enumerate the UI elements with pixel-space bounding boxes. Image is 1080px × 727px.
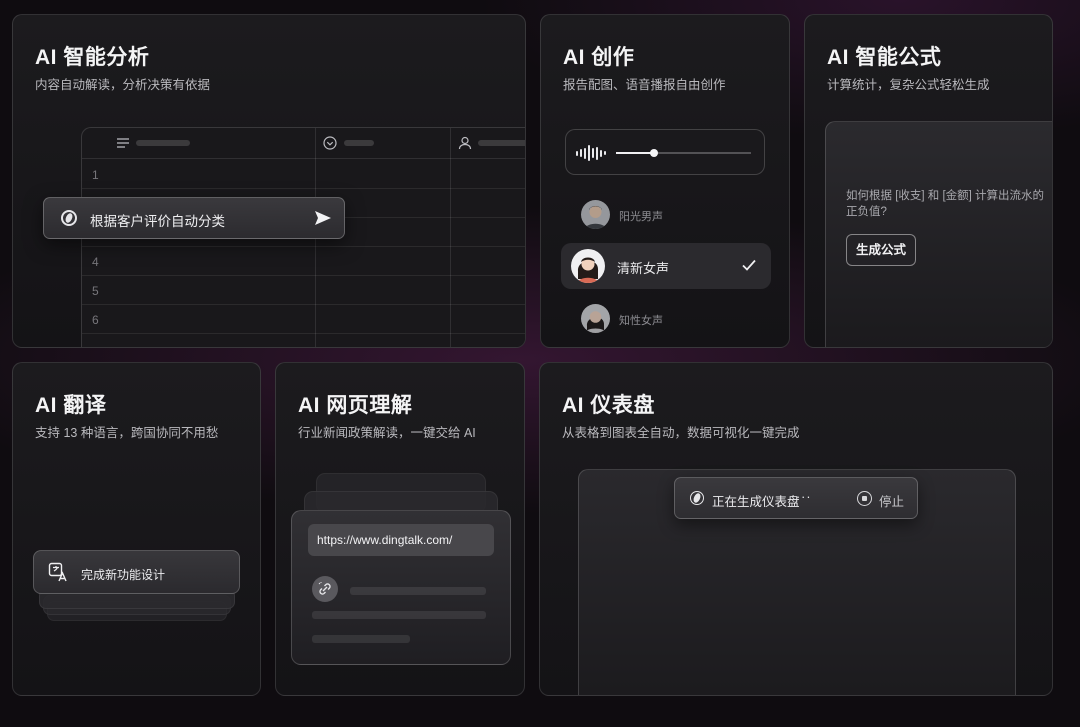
row-number: 5 xyxy=(92,284,99,298)
row-number: 6 xyxy=(92,313,99,327)
prompt-text: 根据客户评价自动分类 xyxy=(90,214,225,229)
row-divider xyxy=(82,246,525,247)
card-title: AI 翻译 xyxy=(35,394,107,417)
sound-wave-icon xyxy=(576,145,606,161)
url-bar[interactable]: https://www.dingtalk.com/ xyxy=(308,524,494,556)
card-title: AI 仪表盘 xyxy=(562,394,655,417)
column-name-placeholder xyxy=(136,140,190,146)
card-subtitle: 报告配图、语音播报自由创作 xyxy=(563,78,726,92)
stop-icon[interactable] xyxy=(857,491,872,506)
card-subtitle: 从表格到图表全自动，数据可视化一键完成 xyxy=(562,426,800,440)
row-divider xyxy=(82,333,525,334)
voice-option-selected[interactable]: 清新女声 xyxy=(561,243,771,289)
row-divider xyxy=(82,304,525,305)
ai-analysis-card[interactable]: AI 智能分析 内容自动解读，分析决策有依据 1 4 5 6 根据客户评价自动分… xyxy=(12,14,526,348)
audio-progress-track[interactable] xyxy=(616,149,751,157)
audio-player[interactable] xyxy=(565,129,765,175)
row-number: 1 xyxy=(92,168,99,182)
formula-question: 如何根据 [收支] 和 [金额] 计算出流水的正负值? xyxy=(846,190,1045,218)
stop-button[interactable]: 停止 xyxy=(879,491,904,510)
card-subtitle: 计算统计，复杂公式轻松生成 xyxy=(827,78,990,92)
audio-progress-fill xyxy=(616,152,654,154)
voice-option[interactable]: 知性女声 xyxy=(561,297,771,343)
content-placeholder xyxy=(312,611,486,619)
card-subtitle: 支持 13 种语言，跨国协同不用愁 xyxy=(35,426,219,440)
ai-logo-icon xyxy=(61,210,77,226)
send-icon[interactable] xyxy=(314,210,332,226)
voice-label: 阳光男声 xyxy=(619,211,663,223)
status-text: 正在生成仪表盘 xyxy=(712,495,800,509)
translate-text: 完成新功能设计 xyxy=(81,568,166,582)
avatar xyxy=(581,304,610,333)
ai-dashboard-card[interactable]: AI 仪表盘 从表格到图表全自动，数据可视化一键完成 正在生成仪表盘 ··· 停… xyxy=(539,362,1053,696)
ai-logo-icon xyxy=(690,491,704,505)
circle-check-icon xyxy=(323,136,337,150)
ai-creation-card[interactable]: AI 创作 报告配图、语音播报自由创作 阳光男声 清新女声 知性女声 xyxy=(540,14,790,348)
formula-panel: 如何根据 [收支] 和 [金额] 计算出流水的正负值? 生成公式 xyxy=(825,121,1052,347)
menu-lines-icon xyxy=(117,138,129,148)
card-title: AI 智能公式 xyxy=(827,46,942,69)
translate-item[interactable]: 完成新功能设计 xyxy=(33,550,240,594)
checkmark-icon xyxy=(742,259,756,271)
ai-prompt-input[interactable]: 根据客户评价自动分类 xyxy=(43,197,345,239)
ai-translate-card[interactable]: AI 翻译 支持 13 种语言，跨国协同不用愁 完成新功能设计 xyxy=(12,362,261,696)
ai-web-card[interactable]: AI 网页理解 行业新闻政策解读，一键交给 AI https://www.din… xyxy=(275,362,525,696)
loading-dots: ··· xyxy=(796,490,812,504)
card-title: AI 网页理解 xyxy=(298,394,413,417)
content-placeholder xyxy=(312,635,410,643)
ai-formula-card[interactable]: AI 智能公式 计算统计，复杂公式轻松生成 如何根据 [收支] 和 [金额] 计… xyxy=(804,14,1053,348)
spreadsheet-header xyxy=(82,128,525,159)
card-subtitle: 内容自动解读，分析决策有依据 xyxy=(35,78,211,92)
web-page-panel: https://www.dingtalk.com/ xyxy=(291,510,511,665)
column-name-placeholder xyxy=(478,140,525,146)
voice-label: 清新女声 xyxy=(617,261,670,276)
audio-progress-handle[interactable] xyxy=(649,149,658,157)
translate-icon xyxy=(48,562,67,582)
card-subtitle: 行业新闻政策解读，一键交给 AI xyxy=(298,426,476,440)
card-title: AI 智能分析 xyxy=(35,46,150,69)
column-name-placeholder xyxy=(344,140,374,146)
card-title: AI 创作 xyxy=(563,46,635,69)
generate-formula-button[interactable]: 生成公式 xyxy=(846,234,916,266)
voice-label: 知性女声 xyxy=(619,315,663,327)
row-divider xyxy=(82,275,525,276)
avatar xyxy=(571,249,605,283)
column-divider xyxy=(450,128,451,347)
row-number: 4 xyxy=(92,255,99,269)
content-placeholder xyxy=(350,587,486,595)
row-divider xyxy=(82,188,525,189)
dashboard-status-bar: 正在生成仪表盘 ··· 停止 xyxy=(674,477,918,519)
person-icon xyxy=(458,136,472,150)
voice-option[interactable]: 阳光男声 xyxy=(561,193,771,239)
avatar xyxy=(581,200,610,229)
link-icon xyxy=(312,576,338,602)
